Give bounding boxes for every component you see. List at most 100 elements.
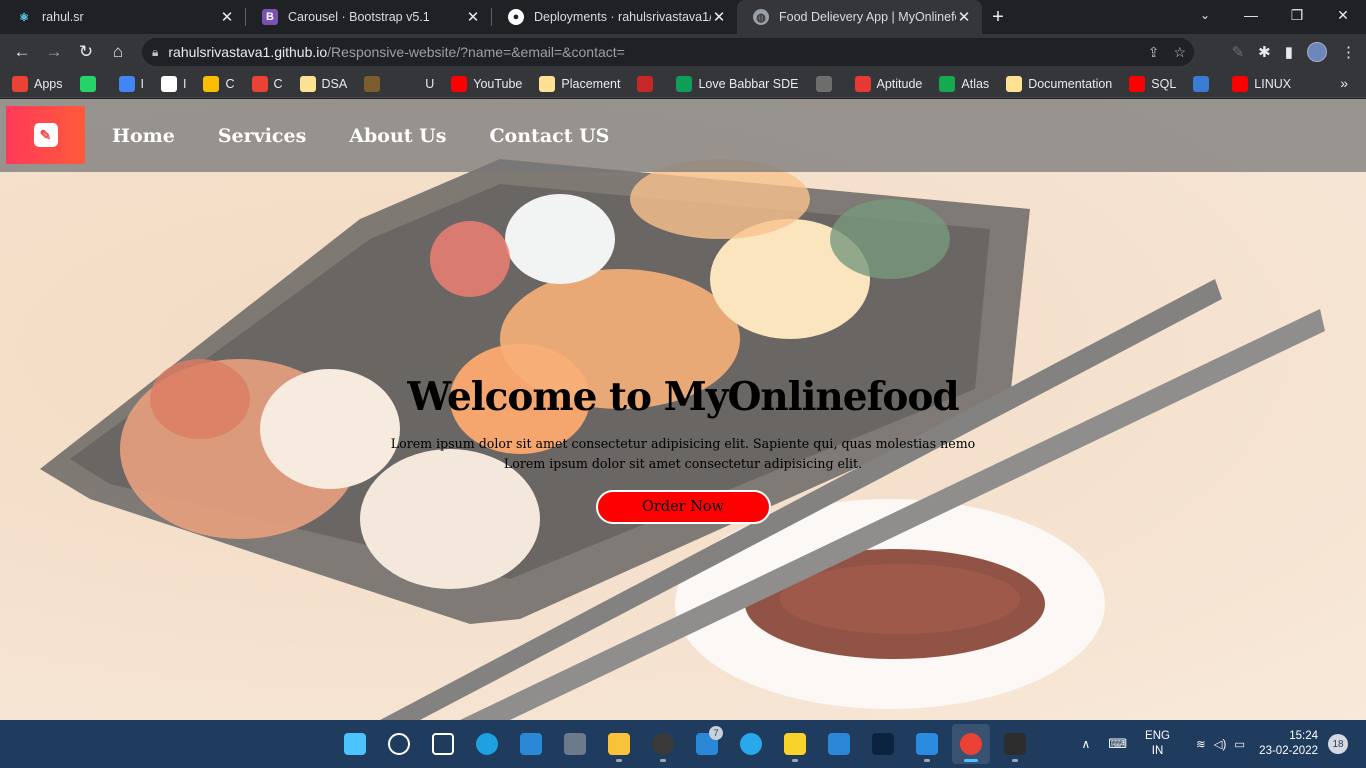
bookmark-star-icon[interactable]: ☆ bbox=[1173, 44, 1186, 61]
bookmark-label: YouTube bbox=[473, 76, 523, 91]
bookmark-item[interactable]: DSA bbox=[299, 75, 347, 92]
logo-icon: ✎ bbox=[33, 123, 58, 147]
profile-avatar[interactable] bbox=[1307, 42, 1327, 62]
taskbar-app-search[interactable] bbox=[380, 724, 418, 764]
bookmark-item[interactable] bbox=[364, 75, 386, 92]
tab-1[interactable]: B Carousel · Bootstrap v5.1 ✕ bbox=[246, 0, 491, 34]
bookmark-item[interactable]: Love Babbar SDE bbox=[676, 75, 799, 92]
lang-bottom: IN bbox=[1151, 745, 1164, 757]
folder-icon bbox=[299, 75, 316, 92]
taskbar-app-sticky-notes[interactable] bbox=[776, 724, 814, 764]
order-now-button[interactable]: Order Now bbox=[595, 490, 771, 524]
taskbar-app-dev[interactable] bbox=[864, 724, 902, 764]
running-indicator bbox=[792, 759, 798, 762]
bookmark-item[interactable] bbox=[1193, 75, 1215, 92]
nav-services[interactable]: Services bbox=[218, 125, 306, 147]
edit-icon[interactable]: ✎ bbox=[1232, 43, 1245, 61]
site-logo[interactable]: ✎ bbox=[6, 106, 85, 164]
new-tab-button[interactable]: + bbox=[982, 0, 1014, 34]
clock[interactable]: 15:24 23-02-2022 bbox=[1259, 729, 1318, 759]
close-icon[interactable]: ✕ bbox=[956, 8, 972, 26]
tab-search-icon[interactable]: ⌄ bbox=[1190, 0, 1220, 30]
tab-title: Carousel · Bootstrap v5.1 bbox=[288, 10, 430, 24]
bookmark-item[interactable]: Atlas bbox=[939, 75, 989, 92]
whatsapp-icon bbox=[79, 75, 96, 92]
bookmark-item[interactable]: U bbox=[403, 75, 434, 92]
bookmark-item[interactable] bbox=[79, 75, 102, 92]
home-button[interactable]: ⌂ bbox=[102, 36, 134, 68]
close-window-button[interactable]: ✕ bbox=[1320, 0, 1366, 30]
file-explorer-icon bbox=[608, 733, 630, 755]
lang-top: ENG bbox=[1145, 730, 1170, 742]
maximize-button[interactable]: ❐ bbox=[1274, 0, 1320, 30]
taskbar-app-file-explorer[interactable] bbox=[600, 724, 638, 764]
taskbar-app-chrome[interactable] bbox=[952, 724, 990, 764]
taskbar-app-task-view[interactable] bbox=[424, 724, 462, 764]
system-tray: ∧ ⌨ ENG IN ≋ ◁) ▭ 15:24 23-02-2022 18 bbox=[1081, 720, 1366, 768]
taskbar-app-terminal[interactable] bbox=[996, 724, 1034, 764]
reload-button[interactable]: ↻ bbox=[70, 36, 102, 68]
hero-text-line-1: Lorem ipsum dolor sit amet consectetur a… bbox=[390, 436, 976, 451]
tab-2[interactable]: ● Deployments · rahulsrivastava1/R ✕ bbox=[492, 0, 737, 34]
apps-grid-icon bbox=[12, 75, 28, 92]
menu-icon[interactable]: ⋮ bbox=[1341, 43, 1356, 61]
bookmark-item[interactable]: LINUX bbox=[1232, 75, 1291, 92]
address-bar[interactable]: 🔒︎ rahulsrivastava1.github.io/Responsive… bbox=[142, 38, 1194, 66]
side-panel-icon[interactable]: ▮ bbox=[1285, 43, 1293, 61]
bookmark-item[interactable] bbox=[815, 75, 838, 92]
bookmark-item[interactable]: Placement bbox=[539, 75, 621, 92]
bookmark-item[interactable]: I bbox=[160, 75, 186, 92]
close-icon[interactable]: ✕ bbox=[711, 8, 727, 26]
nav-home[interactable]: Home bbox=[112, 125, 175, 147]
url-path: /Responsive-website/?name=&email=&contac… bbox=[327, 44, 625, 60]
notification-badge[interactable]: 18 bbox=[1328, 734, 1348, 754]
taskbar-app-telegram[interactable] bbox=[732, 724, 770, 764]
tab-0[interactable]: ⚛ rahul.sr ✕ bbox=[0, 0, 245, 34]
extensions-icon[interactable]: ✱ bbox=[1258, 43, 1271, 61]
taskbar-app-calendar[interactable] bbox=[820, 724, 858, 764]
lock-icon: 🔒︎ bbox=[152, 44, 159, 59]
hero-title: Welcome to MyOnlinefood bbox=[407, 374, 959, 420]
taskbar-app-media-player[interactable] bbox=[644, 724, 682, 764]
volume-icon[interactable]: ◁) bbox=[1214, 737, 1227, 751]
chevron-up-icon[interactable]: ∧ bbox=[1081, 737, 1090, 751]
bookmark-item[interactable] bbox=[637, 75, 659, 92]
bookmark-item[interactable]: Apps bbox=[12, 75, 63, 92]
cc-icon bbox=[815, 75, 832, 92]
nav-about-us[interactable]: About Us bbox=[349, 125, 446, 147]
tab-3-active[interactable]: ◍ Food Delievery App | MyOnlinefo ✕ bbox=[737, 0, 982, 34]
media-player-icon bbox=[652, 733, 674, 755]
keyboard-icon[interactable]: ⌨ bbox=[1108, 736, 1127, 752]
taskbar-app-mail[interactable] bbox=[512, 724, 550, 764]
close-icon[interactable]: ✕ bbox=[219, 8, 235, 26]
bookmark-item[interactable]: Documentation bbox=[1006, 75, 1112, 92]
bookmark-item[interactable]: Aptitude bbox=[854, 75, 922, 92]
nav-contact-us[interactable]: Contact US bbox=[489, 125, 609, 147]
back-button[interactable]: ← bbox=[6, 36, 38, 68]
bookmark-item[interactable]: SQL bbox=[1129, 75, 1176, 92]
battery-icon[interactable]: ▭ bbox=[1234, 737, 1245, 751]
close-icon[interactable]: ✕ bbox=[465, 8, 481, 26]
bookmark-item[interactable]: I bbox=[118, 75, 144, 92]
taskbar-app-vscode[interactable] bbox=[908, 724, 946, 764]
minimize-button[interactable]: — bbox=[1228, 0, 1274, 30]
taskbar-app-calculator[interactable] bbox=[556, 724, 594, 764]
bookmark-item[interactable]: C bbox=[203, 75, 235, 92]
taskbar-app-windows-start[interactable] bbox=[336, 724, 374, 764]
share-icon[interactable]: ⇪ bbox=[1148, 44, 1160, 61]
taskbar-app-store[interactable]: 7 bbox=[688, 724, 726, 764]
language-indicator[interactable]: ENG IN bbox=[1145, 729, 1170, 759]
mongodb-icon bbox=[939, 75, 956, 92]
bookmark-item[interactable]: C bbox=[251, 75, 283, 92]
more-bookmarks-icon[interactable]: » bbox=[1340, 75, 1348, 91]
dev-icon bbox=[872, 733, 894, 755]
sticky-notes-icon bbox=[784, 733, 806, 755]
bookmark-item[interactable]: YouTube bbox=[451, 75, 523, 92]
forward-button[interactable]: → bbox=[38, 36, 70, 68]
taskbar-app-edge[interactable] bbox=[468, 724, 506, 764]
sheet-icon bbox=[676, 75, 693, 92]
bookmark-label: Placement bbox=[561, 76, 621, 91]
react-icon: ⚛ bbox=[19, 11, 29, 24]
wifi-icon[interactable]: ≋ bbox=[1196, 737, 1206, 751]
pattern-icon bbox=[637, 75, 654, 92]
